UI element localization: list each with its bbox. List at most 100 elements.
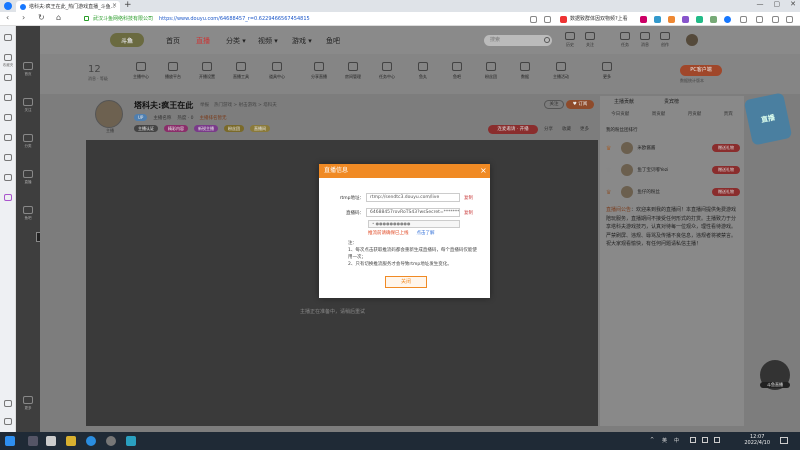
notification-icon[interactable] xyxy=(780,437,788,444)
favorite-action[interactable]: 收藏 xyxy=(562,126,571,132)
toolbar-item[interactable]: 鱼吧 xyxy=(444,62,470,80)
contribution-tab[interactable]: 主播贡献 xyxy=(614,98,634,108)
gift-badge[interactable]: 赠送礼物 xyxy=(712,144,740,152)
tray-lang[interactable]: 英 xyxy=(662,437,667,444)
tag-pill[interactable]: 主播认证 xyxy=(134,125,158,132)
pc-client-button[interactable]: PC客户端 xyxy=(680,65,722,76)
subscribe-button[interactable]: ♥ 订阅 xyxy=(566,100,594,109)
weibo-icon[interactable] xyxy=(4,134,12,141)
learn-more-link[interactable]: 点击了解 xyxy=(417,231,435,236)
toolbar-item[interactable]: 主播活动 xyxy=(548,62,574,80)
forward-button[interactable]: › xyxy=(22,13,25,22)
dialog-close-icon[interactable]: × xyxy=(480,166,487,176)
back-button[interactable]: ‹ xyxy=(6,13,9,22)
gift-badge[interactable]: 赠送礼物 xyxy=(712,188,740,196)
mascot-label[interactable]: 斗鱼直播 xyxy=(760,382,790,388)
tray-expand[interactable]: ^ xyxy=(650,437,654,443)
nav-live[interactable]: 直播 xyxy=(196,36,210,46)
app-icon[interactable] xyxy=(4,194,12,201)
news-ticker[interactable]: 数据致群体因双物频?上看 xyxy=(570,15,628,22)
battery-icon[interactable] xyxy=(714,437,720,443)
nav-fishbar[interactable]: 鱼吧 xyxy=(326,36,340,46)
extension-translate-icon[interactable] xyxy=(654,16,661,23)
stream-key-field[interactable]: 64688457rovRoTS43?wsSecret=********** xyxy=(366,208,460,217)
profile-avatar-icon[interactable] xyxy=(724,16,731,23)
tag-pill[interactable]: 直播间 xyxy=(250,125,270,132)
home-nav-icon[interactable] xyxy=(23,62,33,70)
refresh-button[interactable]: ↻ xyxy=(38,13,45,22)
toolbar-item[interactable]: 直播工具 xyxy=(228,62,254,80)
message-header-icon[interactable] xyxy=(640,32,650,40)
search-icon[interactable] xyxy=(544,37,550,43)
download-icon[interactable] xyxy=(4,94,12,101)
streamer-name[interactable]: 主播名称 xyxy=(153,115,171,121)
minimize-button[interactable]: — xyxy=(757,0,764,8)
nav-home[interactable]: 首页 xyxy=(166,36,180,46)
tab-month[interactable]: 月贡献 xyxy=(688,111,702,121)
file-explorer-icon[interactable] xyxy=(46,436,56,446)
folder-icon[interactable] xyxy=(66,436,76,446)
add-icon[interactable] xyxy=(4,400,12,407)
toolbar-item[interactable]: 数据 xyxy=(512,62,538,80)
toolbar-item[interactable]: 房间管理 xyxy=(340,62,366,80)
rank-row[interactable]: ♛ 米欧酱酱 赠送礼物 xyxy=(606,140,740,156)
app-taskbar-icon[interactable] xyxy=(126,436,136,446)
undo-icon[interactable] xyxy=(756,16,763,23)
copy-rtmp-link[interactable]: 复制 xyxy=(464,195,473,201)
moon-icon[interactable] xyxy=(772,16,779,23)
windows-start-icon[interactable] xyxy=(5,436,15,446)
site-search-input[interactable]: 搜索 xyxy=(484,35,552,46)
share-action[interactable]: 分享 xyxy=(544,126,553,132)
tab-close-icon[interactable]: × xyxy=(112,2,117,9)
nav-video[interactable]: 视频 ▾ xyxy=(258,36,278,46)
history-header-icon[interactable] xyxy=(565,32,575,40)
create-header-icon[interactable] xyxy=(660,32,670,40)
breadcrumb[interactable]: 热门游戏 > 射击游戏 > 塔科夫 xyxy=(214,102,277,108)
menu-icon[interactable] xyxy=(740,16,747,23)
live-nav-icon[interactable] xyxy=(23,170,33,178)
more-nav-icon[interactable] xyxy=(23,396,33,404)
news-icon[interactable] xyxy=(560,16,567,23)
tab-today[interactable]: 今日贡献 xyxy=(611,111,629,121)
new-tab-button[interactable]: + xyxy=(124,0,132,10)
extension-cloud-icon[interactable] xyxy=(696,16,703,23)
tab-week[interactable]: 周贡献 xyxy=(652,111,666,121)
extension-star-icon[interactable] xyxy=(682,16,689,23)
rank-row[interactable]: ♛ 鱼仔的粉丝 赠送礼物 xyxy=(606,184,740,200)
toolbar-item[interactable]: 任务中心 xyxy=(374,62,400,80)
server-select[interactable]: • ●●●●●●●●●● xyxy=(368,220,460,228)
user-avatar[interactable] xyxy=(686,34,698,46)
nav-category[interactable]: 分类 ▾ xyxy=(226,36,246,46)
rank-row[interactable]: ♛ 鱼丁宝贝嘟Yezi 赠送礼物 xyxy=(606,162,740,178)
live-invite-button[interactable]: 连麦邀请 · 开播 xyxy=(488,125,538,134)
gift-badge[interactable]: 赠送礼物 xyxy=(712,166,740,174)
toolbar-item[interactable]: 分享直播 xyxy=(306,62,332,80)
star-icon[interactable] xyxy=(544,16,551,23)
douyu-logo[interactable]: 斗鱼 xyxy=(110,33,144,47)
miniapp-icon[interactable] xyxy=(4,114,12,121)
category-nav-icon[interactable] xyxy=(23,134,33,142)
history-icon[interactable] xyxy=(4,74,12,81)
taskview-icon[interactable] xyxy=(28,436,38,446)
copy-key-link[interactable]: 复制 xyxy=(464,210,473,216)
browser-taskbar-icon[interactable] xyxy=(86,436,96,446)
taskbar-clock[interactable]: 12:07 2022/4/10 xyxy=(744,434,770,446)
dialog-close-button[interactable]: 关闭 xyxy=(385,276,427,288)
nav-game[interactable]: 游戏 ▾ xyxy=(292,36,312,46)
report-link[interactable]: 举报 xyxy=(200,102,209,108)
toolbar-item[interactable]: 鱼丸 xyxy=(410,62,436,80)
network-icon[interactable] xyxy=(690,437,696,443)
more-action[interactable]: 更多 xyxy=(580,126,589,132)
follow-button[interactable]: 关注 xyxy=(544,100,564,109)
toolbar-item[interactable]: 开播设置 xyxy=(194,62,220,80)
close-window-button[interactable]: ✕ xyxy=(790,0,796,8)
extension-user-icon[interactable] xyxy=(710,16,717,23)
follow-nav-icon[interactable] xyxy=(23,98,33,106)
vip-tab[interactable]: 贵宾榜 xyxy=(664,98,679,108)
browser-tab-active[interactable]: 塔科夫:疯王在此_热门游戏直播_斗鱼... xyxy=(16,1,120,12)
obs-icon[interactable] xyxy=(106,436,116,446)
home-button[interactable]: ⌂ xyxy=(56,13,61,22)
settings-icon[interactable] xyxy=(4,418,12,425)
url-input[interactable]: 武汉斗鱼网络科技有限公司 https://www.douyu.com/64688… xyxy=(84,13,514,24)
more-icon[interactable] xyxy=(786,16,793,23)
